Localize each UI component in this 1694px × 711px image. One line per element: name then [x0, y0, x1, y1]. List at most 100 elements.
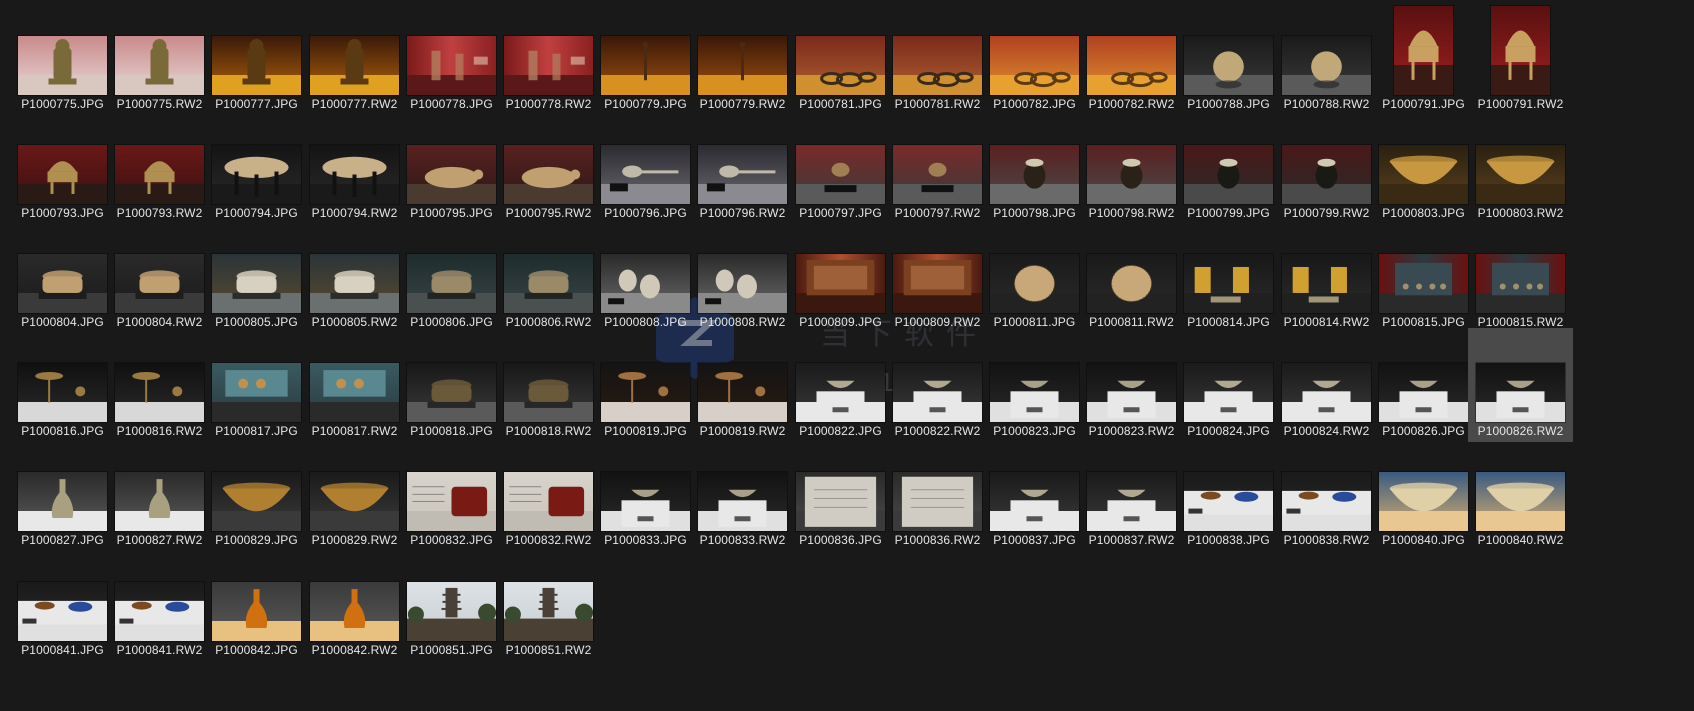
file-tile[interactable]: P1000791.RW2: [1468, 1, 1573, 115]
file-tile[interactable]: P1000806.JPG: [399, 219, 504, 333]
thumbnail-frame: [107, 219, 212, 313]
file-name-label: P1000814.JPG: [1187, 315, 1270, 329]
file-tile[interactable]: P1000829.JPG: [204, 437, 309, 551]
file-tile[interactable]: P1000819.RW2: [690, 328, 795, 442]
file-tile[interactable]: P1000837.RW2: [1079, 437, 1184, 551]
file-tile[interactable]: P1000803.JPG: [1371, 110, 1476, 224]
file-tile[interactable]: P1000806.RW2: [496, 219, 601, 333]
file-tile[interactable]: P1000851.RW2: [496, 547, 601, 661]
file-tile[interactable]: P1000832.JPG: [399, 437, 504, 551]
file-tile[interactable]: P1000779.RW2: [690, 1, 795, 115]
file-tile[interactable]: P1000840.JPG: [1371, 437, 1476, 551]
file-name-label: P1000775.JPG: [21, 97, 104, 111]
file-tile[interactable]: P1000841.RW2: [107, 547, 212, 661]
thumbnail-frame: [885, 110, 990, 204]
thumbnail-frame: [496, 437, 601, 531]
file-tile[interactable]: P1000840.RW2: [1468, 437, 1573, 551]
file-tile[interactable]: P1000794.RW2: [302, 110, 407, 224]
file-tile[interactable]: P1000814.JPG: [1176, 219, 1281, 333]
file-tile[interactable]: P1000795.RW2: [496, 110, 601, 224]
file-thumbnail-image: [504, 472, 593, 531]
file-tile[interactable]: P1000793.JPG: [10, 110, 115, 224]
file-tile[interactable]: P1000833.RW2: [690, 437, 795, 551]
file-tile[interactable]: P1000851.JPG: [399, 547, 504, 661]
file-tile[interactable]: P1000822.JPG: [788, 328, 893, 442]
file-tile[interactable]: P1000823.RW2: [1079, 328, 1184, 442]
file-tile[interactable]: P1000836.JPG: [788, 437, 893, 551]
file-tile[interactable]: P1000799.RW2: [1274, 110, 1379, 224]
file-tile[interactable]: P1000838.JPG: [1176, 437, 1281, 551]
file-tile[interactable]: P1000799.JPG: [1176, 110, 1281, 224]
file-tile[interactable]: P1000815.JPG: [1371, 219, 1476, 333]
file-tile[interactable]: P1000842.RW2: [302, 547, 407, 661]
file-tile[interactable]: P1000832.RW2: [496, 437, 601, 551]
file-tile[interactable]: P1000817.JPG: [204, 328, 309, 442]
file-tile[interactable]: P1000778.JPG: [399, 1, 504, 115]
file-tile[interactable]: P1000818.JPG: [399, 328, 504, 442]
file-tile[interactable]: P1000777.RW2: [302, 1, 407, 115]
file-tile[interactable]: P1000797.RW2: [885, 110, 990, 224]
file-tile[interactable]: P1000826.JPG: [1371, 328, 1476, 442]
file-thumbnail-image: [1184, 36, 1273, 95]
file-tile[interactable]: P1000836.RW2: [885, 437, 990, 551]
file-tile[interactable]: P1000809.RW2: [885, 219, 990, 333]
file-tile[interactable]: P1000788.RW2: [1274, 1, 1379, 115]
file-tile[interactable]: P1000794.JPG: [204, 110, 309, 224]
file-thumbnail-image: [1282, 363, 1371, 422]
file-tile[interactable]: P1000822.RW2: [885, 328, 990, 442]
file-tile[interactable]: P1000824.RW2: [1274, 328, 1379, 442]
file-name-label: P1000842.RW2: [311, 643, 398, 657]
file-tile[interactable]: P1000811.JPG: [982, 219, 1087, 333]
file-tile[interactable]: P1000824.JPG: [1176, 328, 1281, 442]
file-tile[interactable]: P1000791.JPG: [1371, 1, 1476, 115]
file-tile[interactable]: P1000816.RW2: [107, 328, 212, 442]
file-tile[interactable]: P1000775.RW2: [107, 1, 212, 115]
file-tile[interactable]: P1000818.RW2: [496, 328, 601, 442]
file-tile[interactable]: P1000778.RW2: [496, 1, 601, 115]
thumbnail-frame: [204, 110, 309, 204]
file-tile[interactable]: P1000798.RW2: [1079, 110, 1184, 224]
thumbnail-frame: [982, 328, 1087, 422]
file-name-label: P1000778.RW2: [505, 97, 592, 111]
file-tile[interactable]: P1000837.JPG: [982, 437, 1087, 551]
file-tile[interactable]: P1000803.RW2: [1468, 110, 1573, 224]
file-tile[interactable]: P1000833.JPG: [593, 437, 698, 551]
file-tile[interactable]: P1000823.JPG: [982, 328, 1087, 442]
file-tile[interactable]: P1000805.RW2: [302, 219, 407, 333]
file-tile[interactable]: P1000814.RW2: [1274, 219, 1379, 333]
file-tile[interactable]: P1000782.JPG: [982, 1, 1087, 115]
file-tile[interactable]: P1000795.JPG: [399, 110, 504, 224]
file-tile[interactable]: P1000781.RW2: [885, 1, 990, 115]
file-thumbnail-image: [18, 145, 107, 204]
file-tile[interactable]: P1000815.RW2: [1468, 219, 1573, 333]
file-tile[interactable]: P1000841.JPG: [10, 547, 115, 661]
file-tile[interactable]: P1000781.JPG: [788, 1, 893, 115]
file-tile[interactable]: P1000838.RW2: [1274, 437, 1379, 551]
file-tile[interactable]: P1000775.JPG: [10, 1, 115, 115]
file-tile[interactable]: P1000817.RW2: [302, 328, 407, 442]
file-tile[interactable]: P1000782.RW2: [1079, 1, 1184, 115]
file-tile[interactable]: P1000811.RW2: [1079, 219, 1184, 333]
file-tile[interactable]: P1000808.JPG: [593, 219, 698, 333]
file-tile[interactable]: P1000819.JPG: [593, 328, 698, 442]
file-tile[interactable]: P1000797.JPG: [788, 110, 893, 224]
file-tile[interactable]: P1000809.JPG: [788, 219, 893, 333]
file-tile[interactable]: P1000796.JPG: [593, 110, 698, 224]
file-tile[interactable]: P1000798.JPG: [982, 110, 1087, 224]
file-tile[interactable]: P1000804.RW2: [107, 219, 212, 333]
file-tile[interactable]: P1000826.RW2: [1468, 328, 1573, 442]
file-tile[interactable]: P1000829.RW2: [302, 437, 407, 551]
file-tile[interactable]: P1000805.JPG: [204, 219, 309, 333]
file-tile[interactable]: P1000779.JPG: [593, 1, 698, 115]
file-tile[interactable]: P1000788.JPG: [1176, 1, 1281, 115]
file-tile[interactable]: P1000816.JPG: [10, 328, 115, 442]
file-tile[interactable]: P1000827.JPG: [10, 437, 115, 551]
file-tile[interactable]: P1000796.RW2: [690, 110, 795, 224]
file-tile[interactable]: P1000804.JPG: [10, 219, 115, 333]
file-tile[interactable]: P1000777.JPG: [204, 1, 309, 115]
file-tile[interactable]: P1000827.RW2: [107, 437, 212, 551]
file-tile[interactable]: P1000842.JPG: [204, 547, 309, 661]
file-tile[interactable]: P1000793.RW2: [107, 110, 212, 224]
file-name-label: P1000794.JPG: [215, 206, 298, 220]
file-tile[interactable]: P1000808.RW2: [690, 219, 795, 333]
